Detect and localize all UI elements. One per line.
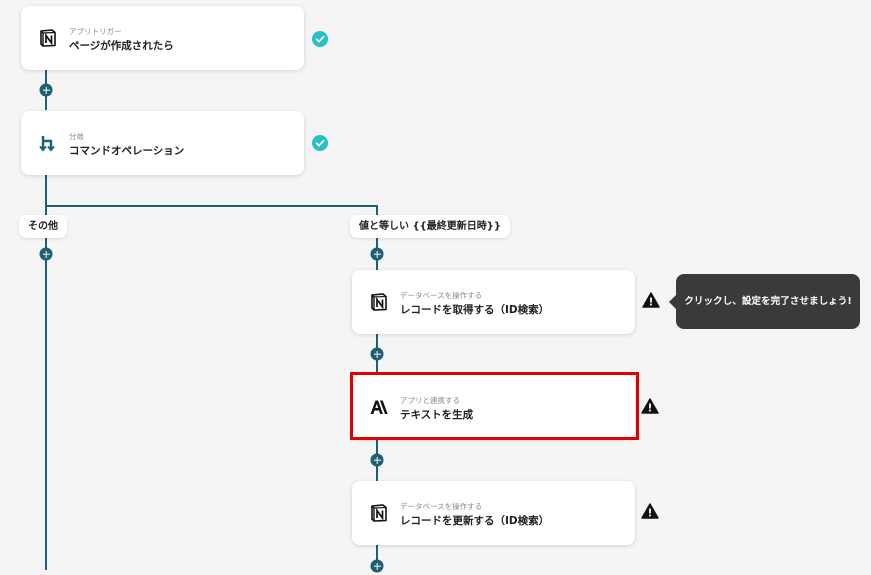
add-step-button[interactable]	[370, 347, 384, 361]
notion-icon	[371, 293, 387, 311]
action-step-card-generate-text[interactable]: アプリと連携する テキストを生成	[352, 375, 635, 439]
trigger-subtitle: アプリトリガー	[69, 27, 122, 36]
branch-icon	[39, 136, 55, 152]
action-title: レコードを更新する（ID検索）	[400, 515, 550, 527]
add-step-button[interactable]	[370, 559, 384, 573]
trigger-title: ページが作成されたら	[69, 40, 174, 52]
branch-title: コマンドオペレーション	[69, 145, 185, 157]
action-subtitle: アプリと連携する	[400, 396, 460, 405]
warning-icon	[641, 398, 659, 414]
notion-icon	[40, 29, 56, 47]
action-title: レコードを取得する（ID検索）	[400, 304, 550, 316]
branch-label-other[interactable]: その他	[19, 215, 67, 238]
action-subtitle: データベースを操作する	[400, 502, 483, 511]
check-icon	[312, 31, 328, 47]
action-step-card-update-record[interactable]: データベースを操作する レコードを更新する（ID検索）	[352, 481, 635, 545]
check-icon	[312, 135, 328, 151]
tooltip: クリックし、設定を完了させましょう!	[676, 274, 860, 329]
warning-icon	[642, 292, 660, 308]
branch-step-card[interactable]: 分岐 コマンドオペレーション	[21, 111, 304, 175]
action-subtitle: データベースを操作する	[400, 291, 483, 300]
action-step-card-get-record[interactable]: データベースを操作する レコードを取得する（ID検索）	[352, 270, 635, 334]
add-step-button[interactable]	[370, 453, 384, 467]
warning-icon	[641, 503, 659, 519]
action-title: テキストを生成	[400, 409, 474, 421]
trigger-step-card[interactable]: アプリトリガー ページが作成されたら	[21, 6, 304, 70]
notion-icon	[371, 504, 387, 522]
anthropic-icon	[370, 400, 388, 414]
branch-label-condition[interactable]: 値と等しい {{最終更新日時}}	[350, 215, 510, 238]
branch-subtitle: 分岐	[69, 132, 84, 141]
branch-split-line	[45, 205, 378, 207]
add-step-button[interactable]	[39, 83, 53, 97]
add-step-button[interactable]	[370, 247, 384, 261]
add-step-button[interactable]	[39, 247, 53, 261]
